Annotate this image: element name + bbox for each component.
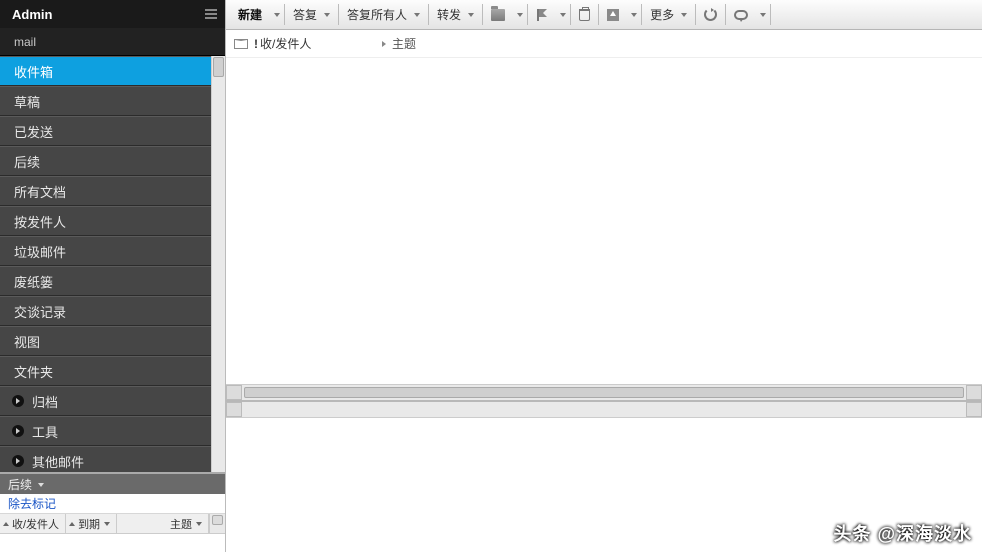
chat-icon (734, 10, 748, 20)
new-button[interactable]: 新建 (230, 0, 270, 29)
archive-button[interactable] (599, 0, 627, 29)
expand-triangle-icon (382, 41, 386, 47)
folder-icon (491, 9, 505, 21)
folder-folders[interactable]: 文件夹 (0, 356, 211, 386)
expand-icon[interactable] (12, 395, 24, 407)
remove-flag-link[interactable]: 除去标记 (0, 494, 225, 514)
folder-inbox[interactable]: 收件箱 (0, 56, 211, 86)
folder-by-sender[interactable]: 按发件人 (0, 206, 211, 236)
reply-all-button[interactable]: 答复所有人 (339, 0, 428, 29)
filter-subject[interactable]: 主题 (158, 514, 209, 533)
delete-button[interactable] (571, 0, 598, 29)
flag-icon (536, 9, 548, 21)
move-dropdown[interactable] (513, 0, 527, 29)
folder-list: 收件箱 草稿 已发送 后续 所有文档 按发件人 垃圾邮件 废纸篓 交谈记录 视图… (0, 56, 211, 472)
sidebar: Admin mail 收件箱 草稿 已发送 后续 所有文档 按发件人 垃圾邮件 … (0, 0, 225, 552)
sidebar-title: Admin (12, 7, 52, 22)
folder-followup[interactable]: 后续 (0, 146, 211, 176)
folder-chat-history[interactable]: 交谈记录 (0, 296, 211, 326)
folder-scrollbar[interactable] (211, 56, 225, 472)
scroll-right-button[interactable] (966, 402, 982, 417)
scroll-left-button[interactable] (226, 385, 242, 400)
folder-views[interactable]: 视图 (0, 326, 211, 356)
more-button[interactable]: 更多 (642, 0, 695, 29)
scroll-left-button[interactable] (226, 402, 242, 417)
folder-drafts[interactable]: 草稿 (0, 86, 211, 116)
column-headers: ! 收/发件人 主题 (226, 30, 982, 58)
followup-scrollbar[interactable] (209, 514, 225, 533)
folder-all-docs[interactable]: 所有文档 (0, 176, 211, 206)
folder-trash[interactable]: 废纸篓 (0, 266, 211, 296)
filter-due[interactable]: 到期 (66, 514, 117, 533)
folder-archive[interactable]: 归档 (0, 386, 211, 416)
list-horizontal-scrollbar[interactable] (226, 384, 982, 400)
scroll-up-button[interactable] (212, 515, 223, 525)
reply-button[interactable]: 答复 (285, 0, 338, 29)
trash-icon (579, 9, 590, 21)
message-list (226, 58, 982, 400)
followup-body (0, 534, 225, 552)
archive-dropdown[interactable] (627, 0, 641, 29)
sidebar-header: Admin (0, 0, 225, 28)
preview-horizontal-scrollbar[interactable] (226, 402, 982, 418)
folder-sent[interactable]: 已发送 (0, 116, 211, 146)
folder-other-mail[interactable]: 其他邮件 (0, 446, 211, 472)
expand-icon[interactable] (12, 455, 24, 467)
account-label[interactable]: mail (0, 28, 225, 56)
expand-icon[interactable] (12, 425, 24, 437)
refresh-icon (704, 8, 717, 21)
archive-icon (607, 9, 619, 21)
column-subject[interactable]: 主题 (382, 35, 416, 52)
followup-panel: 后续 除去标记 收/发件人 到期 主题 (0, 472, 225, 552)
menu-icon[interactable] (205, 9, 217, 19)
scroll-right-button[interactable] (966, 385, 982, 400)
filter-sender[interactable]: 收/发件人 (0, 514, 66, 533)
new-dropdown[interactable] (270, 0, 284, 29)
main-panel: 新建 答复 答复所有人 转发 更多 (225, 0, 982, 552)
mail-icon (234, 39, 248, 49)
chat-button[interactable] (726, 0, 756, 29)
flag-dropdown[interactable] (556, 0, 570, 29)
column-sender[interactable]: ! 收/发件人 (234, 35, 382, 52)
scroll-thumb[interactable] (244, 387, 964, 398)
folder-junk[interactable]: 垃圾邮件 (0, 236, 211, 266)
folder-tools[interactable]: 工具 (0, 416, 211, 446)
priority-icon: ! (254, 37, 258, 51)
chevron-down-icon (36, 477, 44, 491)
flag-button[interactable] (528, 0, 556, 29)
forward-button[interactable]: 转发 (429, 0, 482, 29)
chat-dropdown[interactable] (756, 0, 770, 29)
followup-filters: 收/发件人 到期 主题 (0, 514, 225, 534)
move-to-folder-button[interactable] (483, 0, 513, 29)
preview-pane (226, 400, 982, 552)
folder-scroll-thumb[interactable] (213, 57, 224, 77)
refresh-button[interactable] (696, 0, 725, 29)
toolbar: 新建 答复 答复所有人 转发 更多 (226, 0, 982, 30)
followup-panel-header[interactable]: 后续 (0, 474, 225, 494)
